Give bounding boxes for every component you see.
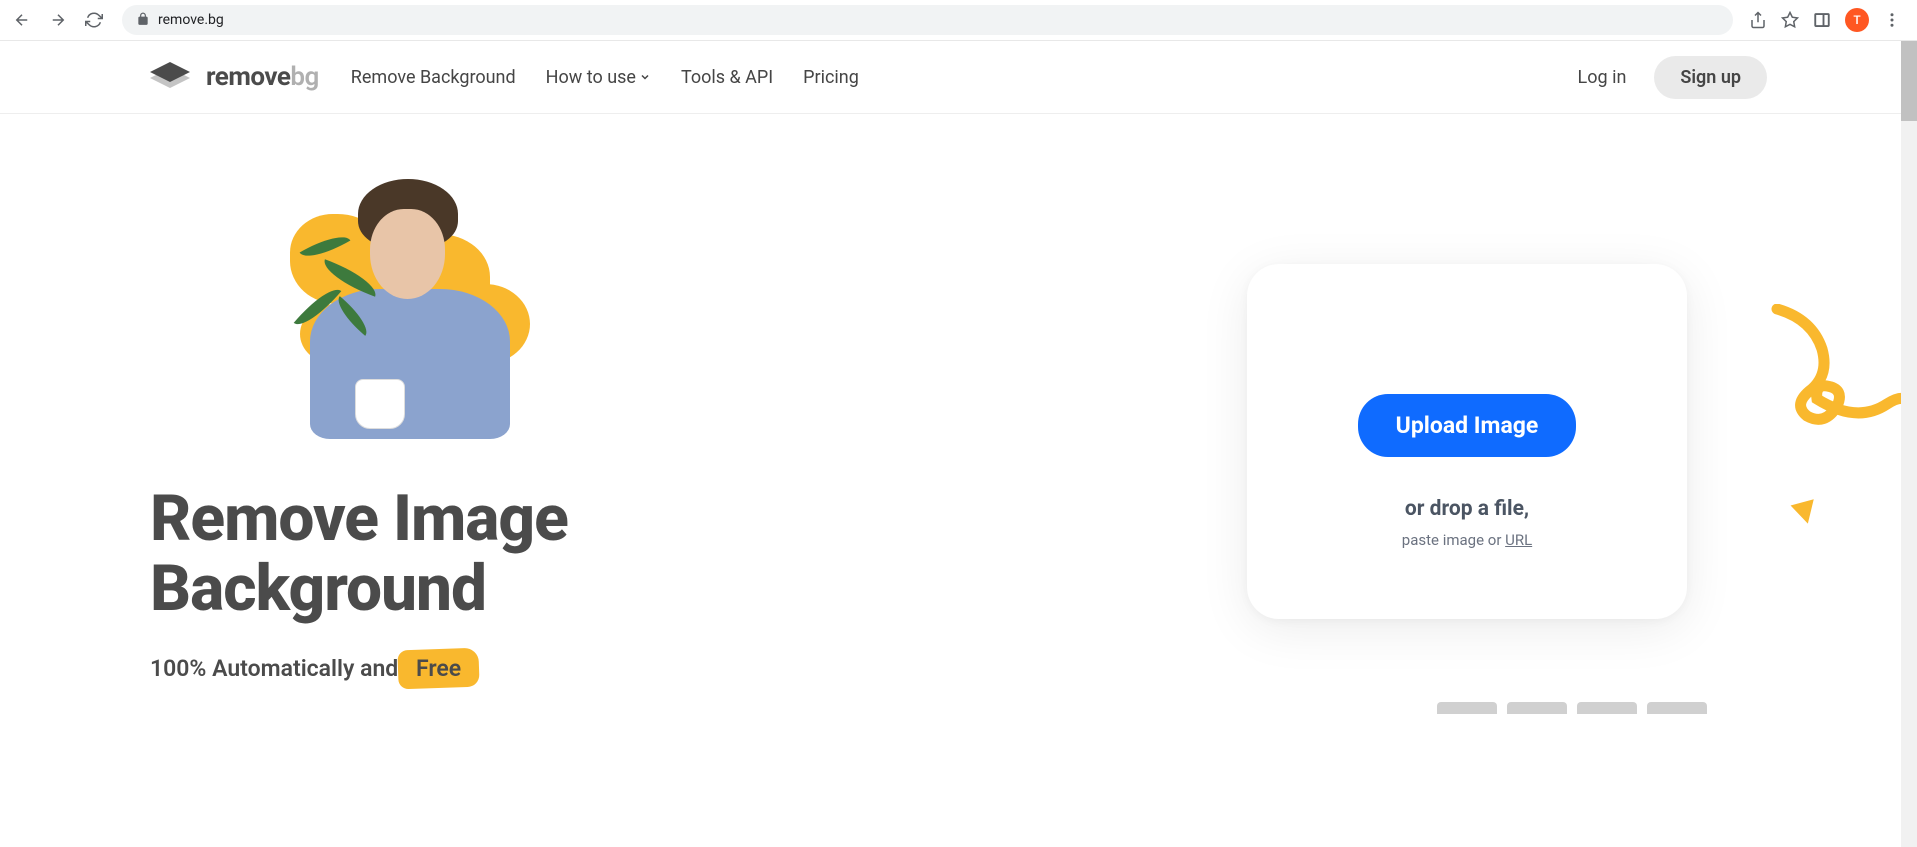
lock-icon	[136, 11, 150, 30]
scrollbar[interactable]	[1901, 41, 1917, 847]
logo[interactable]: removebg	[150, 62, 319, 92]
nav-tools-api[interactable]: Tools & API	[681, 67, 773, 88]
menu-icon[interactable]	[1883, 11, 1901, 29]
hero-title: Remove Image Background	[150, 484, 1247, 625]
free-highlight: Free	[404, 653, 473, 684]
triangle-decoration	[1791, 499, 1820, 526]
paste-text: paste image or URL	[1287, 531, 1647, 549]
url-text: remove.bg	[158, 12, 224, 28]
logo-text: removebg	[206, 62, 319, 92]
drop-text: or drop a file,	[1287, 497, 1647, 521]
browser-toolbar-right: T	[1749, 8, 1907, 32]
nav-how-to-use[interactable]: How to use	[546, 67, 651, 88]
hero-illustration	[200, 174, 550, 454]
share-icon[interactable]	[1749, 11, 1767, 29]
thumbnail[interactable]	[1577, 702, 1637, 714]
thumbnail[interactable]	[1647, 702, 1707, 714]
reload-button[interactable]	[82, 8, 106, 32]
sample-thumbnails	[1437, 702, 1707, 714]
login-link[interactable]: Log in	[1578, 67, 1627, 88]
thumbnail[interactable]	[1507, 702, 1567, 714]
nav-label: Remove Background	[351, 67, 516, 88]
nav-pricing[interactable]: Pricing	[803, 67, 859, 88]
chevron-down-icon	[639, 67, 651, 88]
nav-label: Tools & API	[681, 67, 773, 88]
profile-avatar[interactable]: T	[1845, 8, 1869, 32]
browser-nav-buttons	[10, 8, 106, 32]
signup-button[interactable]: Sign up	[1654, 56, 1767, 99]
thumbnail[interactable]	[1437, 702, 1497, 714]
upload-card[interactable]: Upload Image or drop a file, paste image…	[1247, 264, 1687, 619]
page-header: removebg Remove Background How to use To…	[0, 41, 1917, 114]
logo-mark-icon	[150, 62, 194, 92]
scrollbar-thumb[interactable]	[1901, 41, 1917, 121]
back-button[interactable]	[10, 8, 34, 32]
main-nav: Remove Background How to use Tools & API…	[351, 67, 859, 88]
forward-button[interactable]	[46, 8, 70, 32]
avatar-letter: T	[1853, 13, 1860, 27]
plant-icon	[280, 199, 400, 379]
hero-right: Upload Image or drop a file, paste image…	[1247, 164, 1767, 714]
nav-label: How to use	[546, 67, 636, 88]
url-link[interactable]: URL	[1505, 531, 1532, 549]
person-image	[300, 179, 520, 439]
browser-chrome: remove.bg T	[0, 0, 1917, 41]
nav-remove-background[interactable]: Remove Background	[351, 67, 516, 88]
hero-subtitle: 100% Automatically and Free	[150, 653, 1247, 684]
star-icon[interactable]	[1781, 11, 1799, 29]
panel-icon[interactable]	[1813, 11, 1831, 29]
nav-label: Pricing	[803, 67, 859, 88]
header-right: Log in Sign up	[1578, 56, 1767, 99]
hero-left: Remove Image Background 100% Automatical…	[150, 164, 1247, 714]
address-bar[interactable]: remove.bg	[122, 5, 1733, 35]
squiggle-decoration	[1767, 304, 1917, 508]
upload-button[interactable]: Upload Image	[1358, 394, 1577, 457]
main-content: Remove Image Background 100% Automatical…	[0, 114, 1917, 714]
